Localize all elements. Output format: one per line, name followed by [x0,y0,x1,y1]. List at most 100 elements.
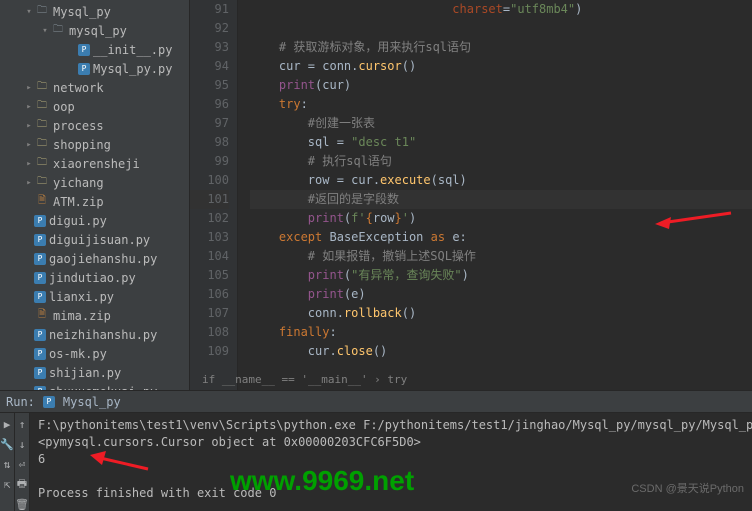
breadcrumb[interactable]: if __name__ == '__main__' › try [202,370,407,389]
tree-item-label: mysql_py [69,24,127,38]
tree-item[interactable]: Pgaojiehanshu.py [0,249,189,268]
layout-icon[interactable]: ⇅ [0,457,14,471]
tools-icon[interactable]: 🔧 [0,437,14,451]
code-line[interactable]: row = cur.execute(sql) [250,171,752,190]
tree-item-label: process [53,119,104,133]
wrap-icon[interactable]: ⏎ [15,457,29,471]
line-number[interactable]: 91 [190,0,229,19]
code-line[interactable]: try: [250,95,752,114]
folder-icon: 🗀 [50,24,66,38]
chevron-icon[interactable]: ▾ [40,26,50,36]
code-line[interactable]: sql = "desc t1" [250,133,752,152]
chevron-icon[interactable]: ▸ [24,140,34,150]
line-number[interactable]: 93 [190,38,229,57]
tree-item-label: digui.py [49,214,107,228]
tree-item[interactable]: ▸🗀shopping [0,135,189,154]
code-line[interactable]: cur.close() [250,342,752,361]
tree-item[interactable]: Pjindutiao.py [0,268,189,287]
trash-icon[interactable]: 🗑 [15,497,29,511]
tree-item-label: lianxi.py [49,290,114,304]
line-number[interactable]: 96 [190,95,229,114]
line-number[interactable]: 109 [190,342,229,361]
tree-item[interactable]: 🗎mima.zip [0,306,189,325]
chevron-icon[interactable]: ▾ [24,7,34,17]
tree-item[interactable]: Pshuxuemokuai.py [0,382,189,390]
tree-item[interactable]: ▸🗀yichang [0,173,189,192]
tree-item[interactable]: Pshijian.py [0,363,189,382]
tree-item[interactable]: PMysql_py.py [0,59,189,78]
code-line[interactable]: # 获取游标对象，用来执行sql语句 [250,38,752,57]
folder-icon: 🗀 [34,176,50,190]
tree-item[interactable]: Pdiguijisuan.py [0,230,189,249]
code-line[interactable]: #创建一张表 [250,114,752,133]
python-file-icon: P [34,253,46,265]
tree-item-label: shuxuemokuai.py [49,385,157,391]
line-number[interactable]: 94 [190,57,229,76]
line-number[interactable]: 105 [190,266,229,285]
tree-item[interactable]: ▾🗀Mysql_py [0,2,189,21]
run-toolbar-left: ▶ 🔧 ⇅ ⇱ [0,413,15,511]
code-line[interactable]: print("有异常，查询失败") [250,266,752,285]
tree-item-label: yichang [53,176,104,190]
tree-item[interactable]: Pdigui.py [0,211,189,230]
chevron-icon[interactable]: ▸ [24,102,34,112]
line-number[interactable]: 92 [190,19,229,38]
python-file-icon: P [34,329,46,341]
tree-item[interactable]: ▸🗀oop [0,97,189,116]
console-line: F:\pythonitems\test1\venv\Scripts\python… [38,417,752,434]
python-file-icon: P [78,63,90,75]
code-line[interactable]: print(e) [250,285,752,304]
tree-item-label: xiaorensheji [53,157,140,171]
csdn-credit: CSDN @景天说Python [631,480,744,496]
tree-item-label: oop [53,100,75,114]
line-number[interactable]: 100 [190,171,229,190]
rerun-icon[interactable]: ▶ [0,417,14,431]
code-editor[interactable]: 9192939495969798991001011021031041051061… [190,0,752,390]
code-line[interactable]: # 如果报错，撤销上述SQL操作 [250,247,752,266]
tree-item[interactable]: ▸🗀process [0,116,189,135]
up-icon[interactable]: ↑ [15,417,29,431]
python-file-icon: P [34,234,46,246]
code-line[interactable]: # 执行sql语句 [250,152,752,171]
tree-item[interactable]: ▾🗀mysql_py [0,21,189,40]
tree-item[interactable]: Plianxi.py [0,287,189,306]
tree-item-label: shijian.py [49,366,121,380]
chevron-icon[interactable]: ▸ [24,159,34,169]
line-number[interactable]: 95 [190,76,229,95]
chevron-icon[interactable]: ▸ [24,178,34,188]
line-number[interactable]: 108 [190,323,229,342]
line-number[interactable]: 106 [190,285,229,304]
tree-item[interactable]: Pos-mk.py [0,344,189,363]
code-line[interactable]: conn.rollback() [250,304,752,323]
line-number[interactable]: 101 [190,190,229,209]
tree-item[interactable]: 🗎ATM.zip [0,192,189,211]
tree-item[interactable]: ▸🗀network [0,78,189,97]
line-number[interactable]: 98 [190,133,229,152]
tree-item[interactable]: ▸🗀xiaorensheji [0,154,189,173]
line-number[interactable]: 103 [190,228,229,247]
code-line[interactable] [250,19,752,38]
line-number[interactable]: 104 [190,247,229,266]
chevron-icon[interactable]: ▸ [24,83,34,93]
code-line[interactable]: print(cur) [250,76,752,95]
tree-item[interactable]: P__init__.py [0,40,189,59]
code-line[interactable]: #返回的是字段数 [250,190,752,209]
code-area[interactable]: charset="utf8mb4") # 获取游标对象，用来执行sql语句 cu… [238,0,752,390]
project-tree[interactable]: ▾🗀Mysql_py▾🗀mysql_pyP__init__.pyPMysql_p… [0,0,190,390]
code-line[interactable]: cur = conn.cursor() [250,57,752,76]
chevron-icon[interactable]: ▸ [24,121,34,131]
line-number[interactable]: 99 [190,152,229,171]
line-number[interactable]: 102 [190,209,229,228]
python-file-icon: P [34,291,46,303]
print-icon[interactable]: 🖶 [15,477,29,491]
run-config-name[interactable]: Mysql_py [63,395,121,409]
down-icon[interactable]: ↓ [15,437,29,451]
code-line[interactable]: charset="utf8mb4") [250,0,752,19]
line-number[interactable]: 97 [190,114,229,133]
python-file-icon: P [34,348,46,360]
expand-icon[interactable]: ⇱ [0,477,14,491]
line-number[interactable]: 107 [190,304,229,323]
python-file-icon: P [34,215,46,227]
code-line[interactable]: finally: [250,323,752,342]
tree-item[interactable]: Pneizhihanshu.py [0,325,189,344]
